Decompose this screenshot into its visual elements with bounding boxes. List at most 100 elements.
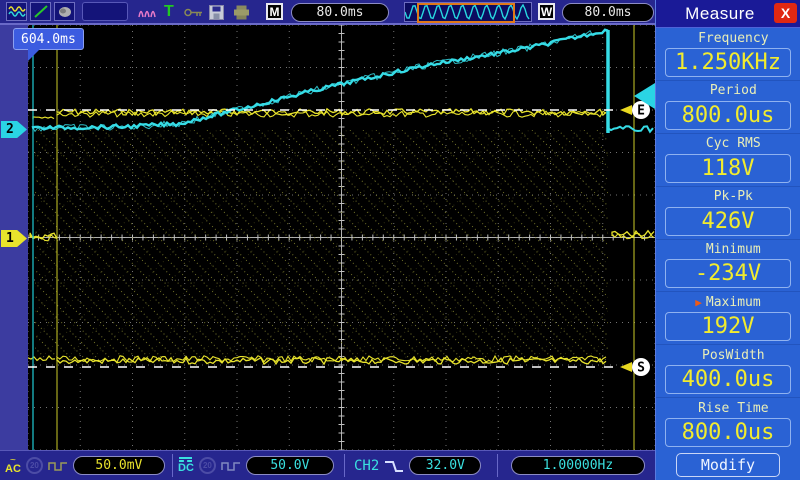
trigger-badge-label: T bbox=[164, 3, 174, 21]
frequency-counter-value: 1.00000Hz bbox=[543, 458, 613, 473]
panel-title: Measure bbox=[685, 4, 755, 24]
ch1-coupling-icon[interactable]: ~ AC bbox=[5, 456, 21, 475]
status-bar: ~ AC 20 50.0mV DC 20 bbox=[0, 450, 655, 480]
close-icon[interactable]: X bbox=[774, 3, 797, 23]
measurement-value: 426V bbox=[665, 207, 791, 236]
pink-pulse-icon bbox=[138, 4, 160, 20]
frequency-counter-readout: 1.00000Hz bbox=[511, 456, 645, 475]
svg-text:E: E bbox=[637, 104, 645, 119]
measurement-item[interactable]: ▶Cyc RMS 118V bbox=[656, 134, 800, 187]
printer-icon bbox=[233, 5, 250, 20]
ch2-bandwidth-icon[interactable]: 20 bbox=[199, 457, 216, 474]
ch1-bandwidth-label: 20 bbox=[30, 461, 39, 470]
ch1-marker-label: 1 bbox=[6, 231, 14, 246]
measurement-value: 400.0us bbox=[665, 365, 791, 394]
measurement-item[interactable]: ▶Pk-Pk 426V bbox=[656, 187, 800, 240]
divider bbox=[497, 454, 498, 477]
main-timebase-readout: 80.0ms bbox=[291, 3, 389, 22]
blob-icon bbox=[57, 5, 73, 19]
lock-key-icon[interactable] bbox=[184, 1, 204, 23]
ch1-bandwidth-icon[interactable]: 20 bbox=[26, 457, 43, 474]
dual-wave-icon bbox=[8, 5, 26, 19]
measurement-value: 800.0us bbox=[665, 418, 791, 447]
measurement-value: -234V bbox=[665, 259, 791, 288]
ch2-scale-readout[interactable]: 50.0V bbox=[246, 456, 334, 475]
m-badge-label: M bbox=[270, 5, 280, 19]
measurement-label: Maximum bbox=[706, 295, 761, 310]
measurement-label: Cyc RMS bbox=[706, 136, 761, 151]
ch1-scale-readout[interactable]: 50.0mV bbox=[73, 456, 165, 475]
measurement-label: Minimum bbox=[706, 242, 761, 257]
measurement-item[interactable]: ▶Frequency 1.250KHz bbox=[656, 28, 800, 81]
divider bbox=[344, 454, 345, 477]
ch1-status-group: ~ AC 20 50.0mV bbox=[5, 451, 165, 480]
graticule-area: ES bbox=[28, 25, 655, 450]
close-label: X bbox=[781, 5, 790, 21]
measurement-item[interactable]: ▶Minimum -234V bbox=[656, 240, 800, 293]
floppy-icon bbox=[209, 5, 224, 20]
channel-waves-icon[interactable] bbox=[6, 2, 27, 21]
ch2-coupling-label: DC bbox=[178, 463, 194, 474]
window-timebase-value: 80.0ms bbox=[585, 5, 632, 20]
measurement-label: Period bbox=[710, 83, 757, 98]
key-icon bbox=[184, 7, 204, 18]
measurement-item[interactable]: ▶ Maximum 192V bbox=[656, 292, 800, 345]
left-marker-strip: 2 1 bbox=[0, 25, 28, 450]
measurement-item[interactable]: ▶Period 800.0us bbox=[656, 81, 800, 134]
time-position-tag: 604.0ms bbox=[13, 28, 84, 50]
measurement-item[interactable]: ▶Rise Time 800.0us bbox=[656, 398, 800, 450]
window-selection-box[interactable] bbox=[417, 3, 515, 23]
trigger-level-readout[interactable]: 32.0V bbox=[409, 456, 481, 475]
time-position-value: 604.0ms bbox=[21, 32, 76, 47]
measure-panel-titlebar: Measure X bbox=[656, 0, 800, 28]
falling-edge-icon bbox=[384, 458, 404, 474]
trigger-menu-icon[interactable]: T bbox=[164, 1, 174, 23]
waveform-display: ES bbox=[28, 25, 655, 450]
ch1-scale-value: 50.0mV bbox=[95, 458, 142, 473]
ch1-position-marker[interactable]: 1 bbox=[1, 230, 27, 247]
ch2-scale-value: 50.0V bbox=[270, 458, 309, 473]
diagonal-line-icon bbox=[33, 4, 49, 19]
divider bbox=[172, 454, 173, 477]
measurement-label: Rise Time bbox=[698, 401, 768, 416]
waveform-math-icon[interactable] bbox=[138, 1, 160, 23]
ch2-squarewave-icon bbox=[221, 460, 241, 472]
w-badge-label: W bbox=[541, 5, 552, 19]
ch1-squarewave-icon bbox=[48, 460, 68, 472]
ch2-marker-label: 2 bbox=[6, 122, 14, 137]
trigger-level-value: 32.0V bbox=[426, 458, 465, 473]
main-timebase-value: 80.0ms bbox=[317, 5, 364, 20]
measurement-value: 118V bbox=[665, 154, 791, 183]
line-tool-icon[interactable] bbox=[30, 2, 51, 21]
snapshot-icon[interactable] bbox=[54, 2, 75, 21]
measurement-label: Frequency bbox=[698, 31, 768, 46]
measurement-value: 192V bbox=[665, 312, 791, 341]
modify-button[interactable]: Modify bbox=[676, 453, 780, 477]
ch2-bandwidth-label: 20 bbox=[203, 461, 212, 470]
modify-row: Modify bbox=[656, 450, 800, 480]
trigger-source-label[interactable]: CH2 bbox=[354, 458, 379, 474]
trigger-status-group: CH2 32.0V bbox=[354, 451, 481, 480]
selection-arrow-icon: ▶ bbox=[695, 296, 702, 309]
print-button[interactable] bbox=[233, 1, 250, 23]
measure-panel: Measure X ▶Frequency 1.250KHz ▶Period 80… bbox=[655, 0, 800, 480]
ch1-coupling-label: AC bbox=[5, 464, 21, 475]
measurement-item[interactable]: ▶PosWidth 400.0us bbox=[656, 345, 800, 398]
ch2-position-marker[interactable]: 2 bbox=[1, 121, 27, 138]
measurement-value: 1.250KHz bbox=[665, 48, 791, 77]
dc-solid-line bbox=[179, 457, 192, 459]
window-timebase-badge: W bbox=[538, 3, 555, 20]
empty-slot bbox=[82, 2, 128, 21]
ch2-coupling-icon[interactable]: DC bbox=[178, 457, 194, 474]
time-tag-pointer bbox=[28, 48, 41, 61]
window-timebase-readout: 80.0ms bbox=[562, 3, 654, 22]
window-zoom-preview[interactable] bbox=[404, 2, 532, 22]
measurement-label: PosWidth bbox=[702, 348, 765, 363]
save-button[interactable] bbox=[209, 1, 224, 23]
top-toolbar: T M 80 bbox=[0, 0, 655, 25]
oscilloscope-screen: T M 80 bbox=[0, 0, 800, 480]
measurement-label: Pk-Pk bbox=[714, 189, 753, 204]
main-timebase-badge: M bbox=[266, 3, 283, 20]
frequency-counter-group: 1.00000Hz bbox=[511, 451, 645, 480]
measurement-value: 800.0us bbox=[665, 101, 791, 130]
